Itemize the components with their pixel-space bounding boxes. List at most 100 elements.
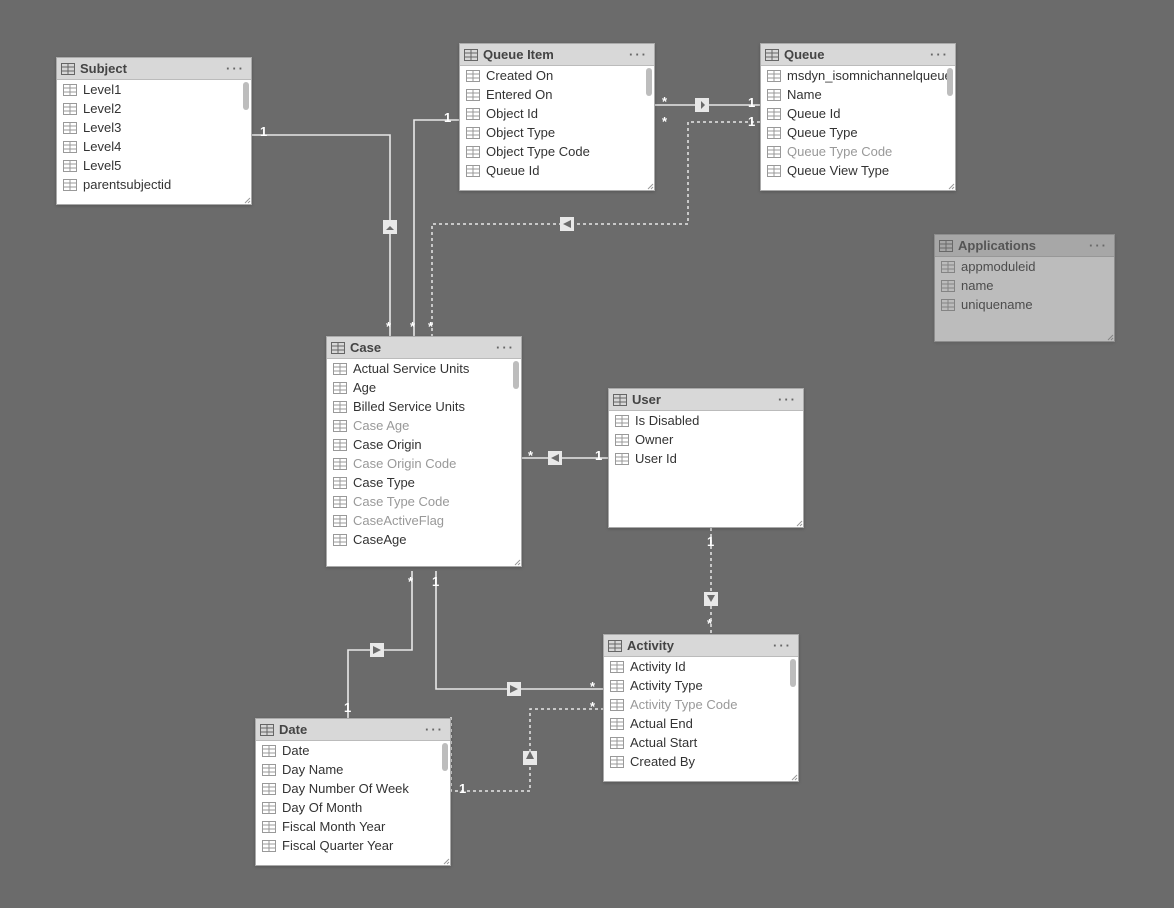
- field-row[interactable]: Fiscal Month Year: [256, 817, 450, 836]
- table-menu[interactable]: ···: [629, 47, 648, 62]
- field-row[interactable]: name: [935, 276, 1114, 295]
- table-date[interactable]: Date ··· DateDay NameDay Number Of WeekD…: [255, 718, 451, 866]
- table-header[interactable]: Queue Item ···: [460, 44, 654, 66]
- field-row[interactable]: Queue Id: [460, 161, 654, 180]
- table-applications[interactable]: Applications ··· appmoduleidnameuniquena…: [934, 234, 1115, 342]
- field-row[interactable]: Name: [761, 85, 955, 104]
- field-row[interactable]: Billed Service Units: [327, 397, 521, 416]
- table-menu[interactable]: ···: [778, 392, 797, 407]
- cardinality-one: 1: [459, 781, 466, 796]
- field-label: Object Id: [486, 106, 538, 121]
- table-menu[interactable]: ···: [496, 340, 515, 355]
- field-row[interactable]: Level5: [57, 156, 251, 175]
- table-menu[interactable]: ···: [930, 47, 949, 62]
- table-header[interactable]: Applications ···: [935, 235, 1114, 257]
- table-queue[interactable]: Queue ··· msdyn_isomnichannelqueueNameQu…: [760, 43, 956, 191]
- field-row[interactable]: Entered On: [460, 85, 654, 104]
- table-icon: [765, 49, 779, 61]
- field-row[interactable]: Queue View Type: [761, 161, 955, 180]
- field-row[interactable]: Actual Service Units: [327, 359, 521, 378]
- table-user[interactable]: User ··· Is Disabled OwnerUser Id: [608, 388, 804, 528]
- table-case[interactable]: Case ··· Actual Service Units AgeBilled S…: [326, 336, 522, 567]
- field-row[interactable]: Created On: [460, 66, 654, 85]
- field-row[interactable]: Level1: [57, 80, 251, 99]
- field-row[interactable]: Case Type: [327, 473, 521, 492]
- resize-handle[interactable]: [511, 556, 521, 566]
- field-row[interactable]: uniquename: [935, 295, 1114, 314]
- table-header[interactable]: Case ···: [327, 337, 521, 359]
- table-body: Activity IdActivity TypeActivity Type Co…: [604, 657, 798, 781]
- field-row[interactable]: Case Type Code: [327, 492, 521, 511]
- scrollbar[interactable]: [243, 82, 249, 110]
- field-row[interactable]: Actual End: [604, 714, 798, 733]
- field-row[interactable]: Day Of Month: [256, 798, 450, 817]
- field-row[interactable]: Case Age: [327, 416, 521, 435]
- table-menu[interactable]: ···: [425, 722, 444, 737]
- resize-handle[interactable]: [440, 855, 450, 865]
- table-header[interactable]: Queue ···: [761, 44, 955, 66]
- table-menu[interactable]: ···: [226, 61, 245, 76]
- resize-handle[interactable]: [1104, 331, 1114, 341]
- table-subject[interactable]: Subject ··· Level1Level2Level3Level4Leve…: [56, 57, 252, 205]
- field-label: Case Type: [353, 475, 415, 490]
- cardinality-one: 1: [748, 114, 755, 129]
- table-menu[interactable]: ···: [1089, 238, 1108, 253]
- field-row[interactable]: Object Type: [460, 123, 654, 142]
- field-row[interactable]: Day Name: [256, 760, 450, 779]
- table-menu[interactable]: ···: [773, 638, 792, 653]
- field-row[interactable]: Level2: [57, 99, 251, 118]
- table-activity[interactable]: Activity ··· Activity IdActivity TypeAct…: [603, 634, 799, 782]
- field-row[interactable]: Queue Id: [761, 104, 955, 123]
- field-row[interactable]: Age: [327, 378, 521, 397]
- table-queueitem[interactable]: Queue Item ··· Created OnEntered On Objec…: [459, 43, 655, 191]
- field-row[interactable]: Queue Type: [761, 123, 955, 142]
- table-header[interactable]: Activity ···: [604, 635, 798, 657]
- table-header[interactable]: User ···: [609, 389, 803, 411]
- resize-handle[interactable]: [644, 180, 654, 190]
- field-row[interactable]: Object Id: [460, 104, 654, 123]
- field-row[interactable]: Activity Id: [604, 657, 798, 676]
- table-header[interactable]: Date ···: [256, 719, 450, 741]
- resize-handle[interactable]: [788, 771, 798, 781]
- field-row[interactable]: Date: [256, 741, 450, 760]
- field-label: Actual Service Units: [353, 361, 469, 376]
- field-row[interactable]: appmoduleid: [935, 257, 1114, 276]
- cardinality-many: *: [590, 699, 595, 714]
- field-row[interactable]: Is Disabled: [609, 411, 803, 430]
- field-row[interactable]: Case Origin: [327, 435, 521, 454]
- field-row[interactable]: Owner: [609, 430, 803, 449]
- field-row[interactable]: Created By: [604, 752, 798, 771]
- scrollbar[interactable]: [442, 743, 448, 771]
- field-row[interactable]: Day Number Of Week: [256, 779, 450, 798]
- field-row[interactable]: CaseAge: [327, 530, 521, 549]
- field-row[interactable]: Activity Type Code: [604, 695, 798, 714]
- field-row[interactable]: CaseActiveFlag: [327, 511, 521, 530]
- field-row[interactable]: Level3: [57, 118, 251, 137]
- scrollbar[interactable]: [513, 361, 519, 389]
- field-row[interactable]: Activity Type: [604, 676, 798, 695]
- field-label: Is Disabled: [635, 413, 699, 428]
- table-title: Applications: [958, 238, 1036, 253]
- table-title: Date: [279, 722, 307, 737]
- field-row[interactable]: parentsubjectid: [57, 175, 251, 194]
- table-body: Level1Level2Level3Level4Level5parentsubj…: [57, 80, 251, 204]
- scrollbar[interactable]: [646, 68, 652, 96]
- scrollbar[interactable]: [947, 68, 953, 96]
- field-row[interactable]: Object Type Code: [460, 142, 654, 161]
- resize-handle[interactable]: [241, 194, 251, 204]
- resize-handle[interactable]: [793, 517, 803, 527]
- field-row[interactable]: User Id: [609, 449, 803, 468]
- scrollbar[interactable]: [790, 659, 796, 687]
- field-row[interactable]: Fiscal Quarter Year: [256, 836, 450, 855]
- field-row[interactable]: Queue Type Code: [761, 142, 955, 161]
- field-row[interactable]: Actual Start: [604, 733, 798, 752]
- field-row[interactable]: Case Origin Code: [327, 454, 521, 473]
- field-row[interactable]: msdyn_isomnichannelqueue: [761, 66, 955, 85]
- field-label: Case Origin: [353, 437, 422, 452]
- table-header[interactable]: Subject ···: [57, 58, 251, 80]
- table-icon: [331, 342, 345, 354]
- field-label: CaseAge: [353, 532, 406, 547]
- field-label: Day Of Month: [282, 800, 362, 815]
- field-row[interactable]: Level4: [57, 137, 251, 156]
- resize-handle[interactable]: [945, 180, 955, 190]
